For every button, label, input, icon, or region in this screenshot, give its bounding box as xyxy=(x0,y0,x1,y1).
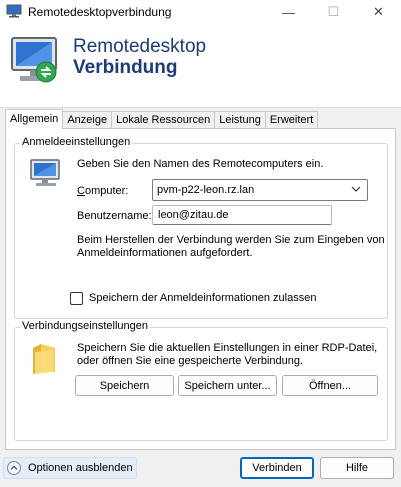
computer-combobox[interactable]: pvm-p22-leon.rz.lan xyxy=(152,179,368,201)
username-label: Benutzername: xyxy=(77,210,152,222)
connect-button[interactable]: Verbinden xyxy=(240,457,314,479)
minimize-button[interactable]: — xyxy=(266,0,311,24)
maximize-button[interactable]: ☐ xyxy=(311,0,356,24)
credential-prompt-line1: Beim Herstellen der Verbindung werden Si… xyxy=(77,234,385,246)
banner-title-line2: Verbindung xyxy=(73,57,178,78)
header-banner: Remotedesktop Verbindung xyxy=(0,24,401,108)
tab-anzeige[interactable]: Anzeige xyxy=(62,111,113,129)
folder-icon xyxy=(33,344,55,374)
credential-prompt-line2: Anmeldeinformationen aufgefordert. xyxy=(77,247,253,259)
tab-lokale-ressourcen[interactable]: Lokale Ressourcen xyxy=(111,111,216,129)
save-button-label: Speichern xyxy=(99,379,150,392)
title-bar: Remotedesktopverbindung — ☐ ✕ xyxy=(0,0,401,24)
open-button-label: Öffnen... xyxy=(309,379,351,392)
save-as-button-label: Speichern unter... xyxy=(184,379,271,392)
help-button[interactable]: Hilfe xyxy=(320,457,394,479)
help-button-label: Hilfe xyxy=(345,462,368,474)
connection-settings-group: Verbindungseinstellungen Speichern Sie d… xyxy=(14,320,388,441)
tab-strip: Allgemein Anzeige Lokale Ressourcen Leis… xyxy=(5,109,319,129)
username-field[interactable]: leon@zitau.de xyxy=(152,205,332,225)
options-toggle-label: Optionen ausblenden xyxy=(28,462,133,474)
logon-settings-legend: Anmeldeeinstellungen xyxy=(20,136,133,148)
save-as-button[interactable]: Speichern unter... xyxy=(178,375,277,396)
computer-label: Computer: xyxy=(77,185,129,197)
save-credentials-label[interactable]: Speichern der Anmeldeinformationen zulas… xyxy=(89,292,316,304)
logon-settings-group: Anmeldeeinstellungen Geben Sie den Namen… xyxy=(14,136,388,319)
remote-desktop-monitor-icon xyxy=(11,37,57,83)
close-button[interactable]: ✕ xyxy=(356,0,401,24)
save-button[interactable]: Speichern xyxy=(75,375,174,396)
computer-icon xyxy=(30,159,60,186)
open-button[interactable]: Öffnen... xyxy=(282,375,378,396)
banner-title-line1: Remotedesktop xyxy=(73,36,207,57)
chevron-up-icon xyxy=(7,461,21,475)
tab-erweitert[interactable]: Erweitert xyxy=(264,111,319,129)
tab-allgemein[interactable]: Allgemein xyxy=(5,109,64,129)
connect-button-label: Verbinden xyxy=(252,462,302,474)
connection-desc-line1: Speichern Sie die aktuellen Einstellunge… xyxy=(77,342,378,354)
username-value: leon@zitau.de xyxy=(158,209,229,221)
connection-desc-line2: oder öffnen Sie eine gespeicherte Verbin… xyxy=(77,355,304,367)
remote-desktop-app-icon xyxy=(6,4,22,18)
tab-leistung[interactable]: Leistung xyxy=(214,111,266,129)
window-title: Remotedesktopverbindung xyxy=(28,5,172,19)
computer-value: pvm-p22-leon.rz.lan xyxy=(157,184,255,196)
save-credentials-checkbox[interactable] xyxy=(70,292,83,305)
connection-settings-legend: Verbindungseinstellungen xyxy=(20,320,150,332)
chevron-down-icon[interactable] xyxy=(351,184,361,194)
logon-instruction: Geben Sie den Namen des Remotecomputers … xyxy=(77,158,324,170)
options-toggle[interactable]: Optionen ausblenden xyxy=(3,457,137,479)
tab-panel-allgemein: Anmeldeeinstellungen Geben Sie den Namen… xyxy=(5,128,396,450)
